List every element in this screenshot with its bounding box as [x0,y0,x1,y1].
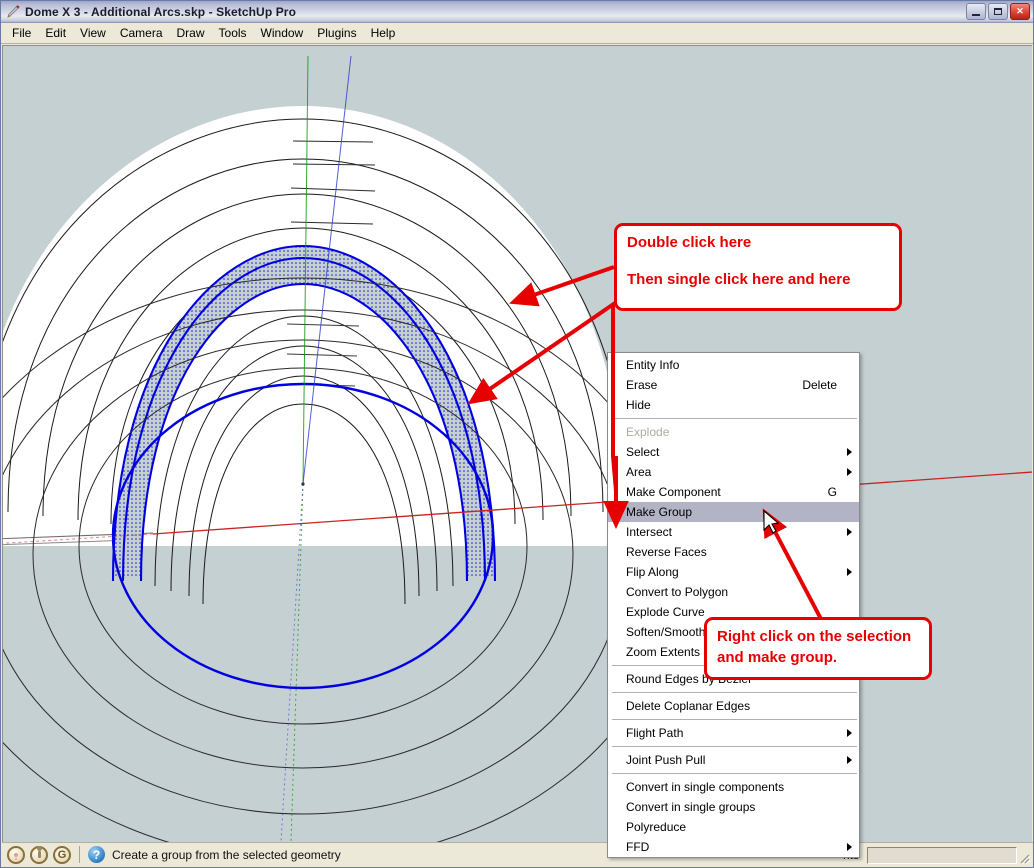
menu-item-label: Delete Coplanar Edges [626,699,751,713]
menubar-item-edit[interactable]: Edit [38,24,73,42]
menu-item-label: Entity Info [626,358,680,372]
window-title: Dome X 3 - Additional Arcs.skp - SketchU… [25,4,296,19]
context-menu[interactable]: Entity Info Erase Delete Hide Explode Se… [607,352,860,858]
model-viewport[interactable] [2,45,1032,844]
menu-item-label: Convert in single groups [626,800,756,814]
maximize-button[interactable] [988,3,1008,20]
menu-item-ffd[interactable]: FFD [608,837,859,857]
status-divider [79,846,80,863]
menu-item-make-group[interactable]: Make Group [608,502,859,522]
callout-double-click: Double click here Then single click here… [614,223,902,311]
google-g-icon[interactable]: G [53,845,71,864]
menu-item-convert-to-polygon[interactable]: Convert to Polygon [608,582,859,602]
status-bar: G ? Create a group from the selected geo… [2,842,1033,866]
help-glyph: ? [92,847,101,862]
menu-item-label: Joint Push Pull [626,753,706,767]
menu-item-erase[interactable]: Erase Delete [608,375,859,395]
google-g-letter: G [57,848,67,861]
title-bar: Dome X 3 - Additional Arcs.skp - SketchU… [1,1,1033,23]
submenu-arrow-icon [847,448,852,456]
menu-separator [612,773,857,774]
menu-item-accel: G [827,485,837,499]
close-button[interactable]: ✕ [1010,3,1030,20]
measurement-input[interactable] [867,847,1017,864]
menu-separator [612,418,857,419]
menu-item-polyreduce[interactable]: Polyreduce [608,817,859,837]
menu-item-label: Select [626,445,660,459]
menu-item-label: Hide [626,398,651,412]
pencil-icon [5,4,21,20]
menu-item-convert-in-single-groups[interactable]: Convert in single groups [608,797,859,817]
menu-item-flight-path[interactable]: Flight Path [608,723,859,743]
submenu-arrow-icon [847,729,852,737]
geo-location-pin-icon[interactable] [7,845,25,864]
menu-item-intersect[interactable]: Intersect [608,522,859,542]
submenu-arrow-icon [847,756,852,764]
menubar-item-plugins[interactable]: Plugins [310,24,363,42]
menu-item-label: Convert to Polygon [626,585,729,599]
menu-separator [612,746,857,747]
menubar-item-draw[interactable]: Draw [170,24,212,42]
minimize-button[interactable] [966,3,986,20]
menu-item-label: Area [626,465,652,479]
resize-grip-icon[interactable] [1017,851,1031,865]
submenu-arrow-icon [847,528,852,536]
callout-right-click: Right click on the selection and make gr… [704,617,932,680]
menubar-item-tools[interactable]: Tools [212,24,254,42]
menubar-item-help[interactable]: Help [364,24,403,42]
menu-item-hide[interactable]: Hide [608,395,859,415]
menu-item-accel: Delete [802,378,837,392]
menu-item-explode: Explode [608,422,859,442]
menu-item-label: Flight Path [626,726,684,740]
status-message: Create a group from the selected geometr… [112,847,341,862]
window-controls: ✕ [966,3,1030,20]
callout-line-1: Right click on the selection [717,628,912,645]
submenu-arrow-icon [847,468,852,476]
menu-bar: File Edit View Camera Draw Tools Window … [1,23,1033,44]
dome-model-drawing [3,55,1032,844]
menubar-item-window[interactable]: Window [254,24,311,42]
menu-item-convert-in-single-components[interactable]: Convert in single components [608,777,859,797]
menu-item-label: Polyreduce [626,820,687,834]
menu-item-joint-push-pull[interactable]: Joint Push Pull [608,750,859,770]
menubar-item-view[interactable]: View [73,24,113,42]
callout-line-2: Then single click here and here [627,271,851,288]
menu-item-label: FFD [626,840,650,854]
callout-line-1: Double click here [627,234,752,251]
menu-item-flip-along[interactable]: Flip Along [608,562,859,582]
menubar-item-file[interactable]: File [5,24,38,42]
geo-person-icon[interactable] [30,845,48,864]
submenu-arrow-icon [847,843,852,851]
menu-item-label: Explode [626,425,670,439]
menu-item-reverse-faces[interactable]: Reverse Faces [608,542,859,562]
menu-item-label: Intersect [626,525,673,539]
menubar-item-camera[interactable]: Camera [113,24,170,42]
menu-item-entity-info[interactable]: Entity Info [608,355,859,375]
menu-item-make-component[interactable]: Make Component G [608,482,859,502]
help-question-icon[interactable]: ? [88,846,105,863]
menu-item-area[interactable]: Area [608,462,859,482]
menu-item-label: Erase [626,378,658,392]
menu-item-select[interactable]: Select [608,442,859,462]
menu-item-label: Make Group [626,505,693,519]
menu-item-label: Flip Along [626,565,679,579]
callout-line-2: and make group. [717,649,838,666]
menu-item-label: Make Component [626,485,721,499]
menu-item-label: Reverse Faces [626,545,707,559]
menu-item-label: Convert in single components [626,780,785,794]
menu-separator [612,719,857,720]
sketchup-window: Dome X 3 - Additional Arcs.skp - SketchU… [0,0,1034,868]
menu-separator [612,692,857,693]
menu-item-delete-coplanar-edges[interactable]: Delete Coplanar Edges [608,696,859,716]
submenu-arrow-icon [847,568,852,576]
